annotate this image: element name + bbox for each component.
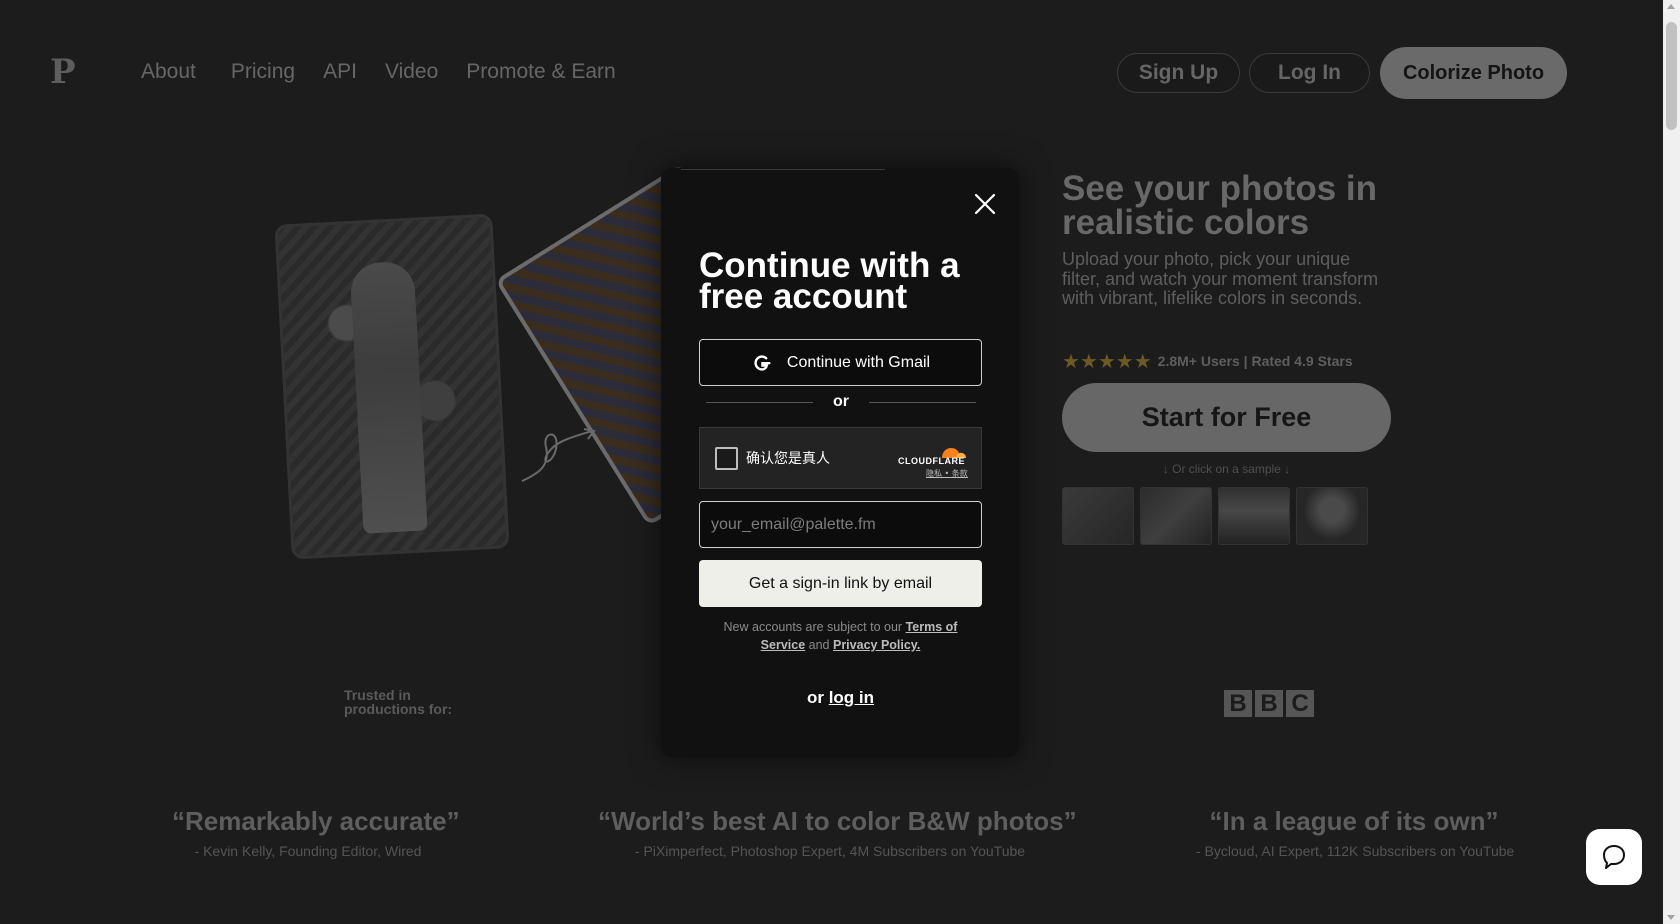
testimonial: “Remarkably accurate” - Kevin Kelly, Fou…: [172, 806, 460, 859]
chat-support-button[interactable]: [1586, 829, 1642, 885]
colorize-photo-button[interactable]: Colorize Photo: [1380, 47, 1567, 99]
main-nav: About Pricing API Video Promote & Earn: [141, 60, 644, 84]
testimonial: “World’s best AI to color B&W photos” - …: [598, 806, 1077, 859]
scroll-up-arrow-icon[interactable]: [1667, 4, 1675, 9]
chat-bubble-icon: [1603, 845, 1625, 869]
log-in-link[interactable]: log in: [829, 688, 874, 707]
captcha-links[interactable]: 隐私 • 条款: [926, 468, 968, 479]
log-in-button[interactable]: Log In: [1249, 53, 1370, 93]
testimonial-author: - Kevin Kelly, Founding Editor, Wired: [194, 843, 422, 859]
nav-video[interactable]: Video: [385, 60, 438, 84]
testimonial-quote: “Remarkably accurate”: [172, 806, 460, 836]
modal-title: Continue with a free account: [699, 246, 960, 316]
privacy-policy-link[interactable]: Privacy Policy.: [833, 638, 920, 652]
sample-thumbnail[interactable]: [1296, 487, 1368, 545]
testimonial-quote: “In a league of its own”: [1209, 806, 1499, 836]
rating-text: 2.8M+ Users | Rated 4.9 Stars: [1157, 353, 1353, 369]
start-for-free-button[interactable]: Start for Free: [1062, 383, 1391, 452]
captcha-label: 确认您是真人: [746, 451, 830, 467]
cloudflare-captcha: 确认您是真人 CLOUDFLARE 隐私 • 条款: [699, 427, 982, 489]
sample-hint: ↓ Or click on a sample ↓: [1162, 462, 1291, 476]
testimonial-quote: “World’s best AI to color B&W photos”: [598, 806, 1077, 836]
terms-and: and: [808, 638, 830, 652]
close-icon[interactable]: [973, 192, 997, 216]
nav-promote-earn[interactable]: Promote & Earn: [466, 60, 615, 84]
modal-divider: [681, 169, 885, 170]
nav-pricing[interactable]: Pricing: [231, 60, 295, 84]
gmail-button-label: Continue with Gmail: [786, 353, 931, 371]
cloudflare-brand: CLOUDFLARE: [898, 456, 965, 466]
hero-subtitle: Upload your photo, pick your unique filt…: [1062, 249, 1379, 308]
bbc-letter: C: [1286, 690, 1314, 717]
or-divider: or: [706, 393, 976, 411]
nav-api[interactable]: API: [323, 60, 357, 84]
rating-row: ★★★★★ 2.8M+ Users | Rated 4.9 Stars: [1062, 349, 1353, 373]
sample-thumbnail[interactable]: [1062, 487, 1134, 545]
captcha-checkbox[interactable]: [715, 447, 738, 470]
or-login-prefix: or: [806, 688, 824, 707]
testimonial-author: - Bycloud, AI Expert, 112K Subscribers o…: [1196, 843, 1515, 859]
scroll-thumb[interactable]: [1666, 22, 1677, 130]
nav-about[interactable]: About: [141, 60, 196, 84]
scroll-down-arrow-icon[interactable]: [1667, 915, 1675, 920]
sample-thumbnails: [1062, 487, 1368, 545]
sample-thumbnail[interactable]: [1218, 487, 1290, 545]
sample-bw-photo: [274, 213, 510, 560]
trusted-label: Trusted in productions for:: [344, 687, 453, 717]
continue-with-gmail-button[interactable]: Continue with Gmail: [699, 339, 982, 386]
testimonial-author: - PiXimperfect, Photoshop Expert, 4M Sub…: [634, 843, 1026, 859]
sample-thumbnail[interactable]: [1140, 487, 1212, 545]
google-icon: [754, 354, 771, 371]
hero-title: See your photos in realistic colors: [1062, 169, 1378, 242]
curved-arrow-icon: [521, 428, 596, 482]
vertical-scrollbar[interactable]: [1663, 0, 1680, 924]
email-field[interactable]: [699, 501, 982, 548]
bbc-letter: B: [1224, 690, 1252, 717]
divider-line: [869, 401, 976, 403]
get-sign-in-link-button[interactable]: Get a sign-in link by email: [699, 560, 982, 607]
bbc-logo: B B C: [1224, 690, 1314, 717]
testimonial: “In a league of its own” - Bycloud, AI E…: [1196, 806, 1515, 859]
or-login-row: or log in: [699, 688, 982, 708]
terms-prefix: New accounts are subject to our: [723, 620, 903, 634]
sign-up-button[interactable]: Sign Up: [1117, 53, 1240, 93]
bbc-letter: B: [1255, 690, 1283, 717]
terms-notice: New accounts are subject to our Terms of…: [713, 618, 968, 654]
star-icons: ★★★★★: [1062, 349, 1152, 373]
signup-modal: Continue with a free account Continue wi…: [661, 168, 1019, 757]
divider-line: [706, 401, 813, 403]
photo-figure: [349, 260, 428, 534]
logo[interactable]: P: [50, 52, 76, 92]
page-background: P About Pricing API Video Promote & Earn…: [0, 0, 1663, 924]
or-text: or: [833, 393, 849, 410]
